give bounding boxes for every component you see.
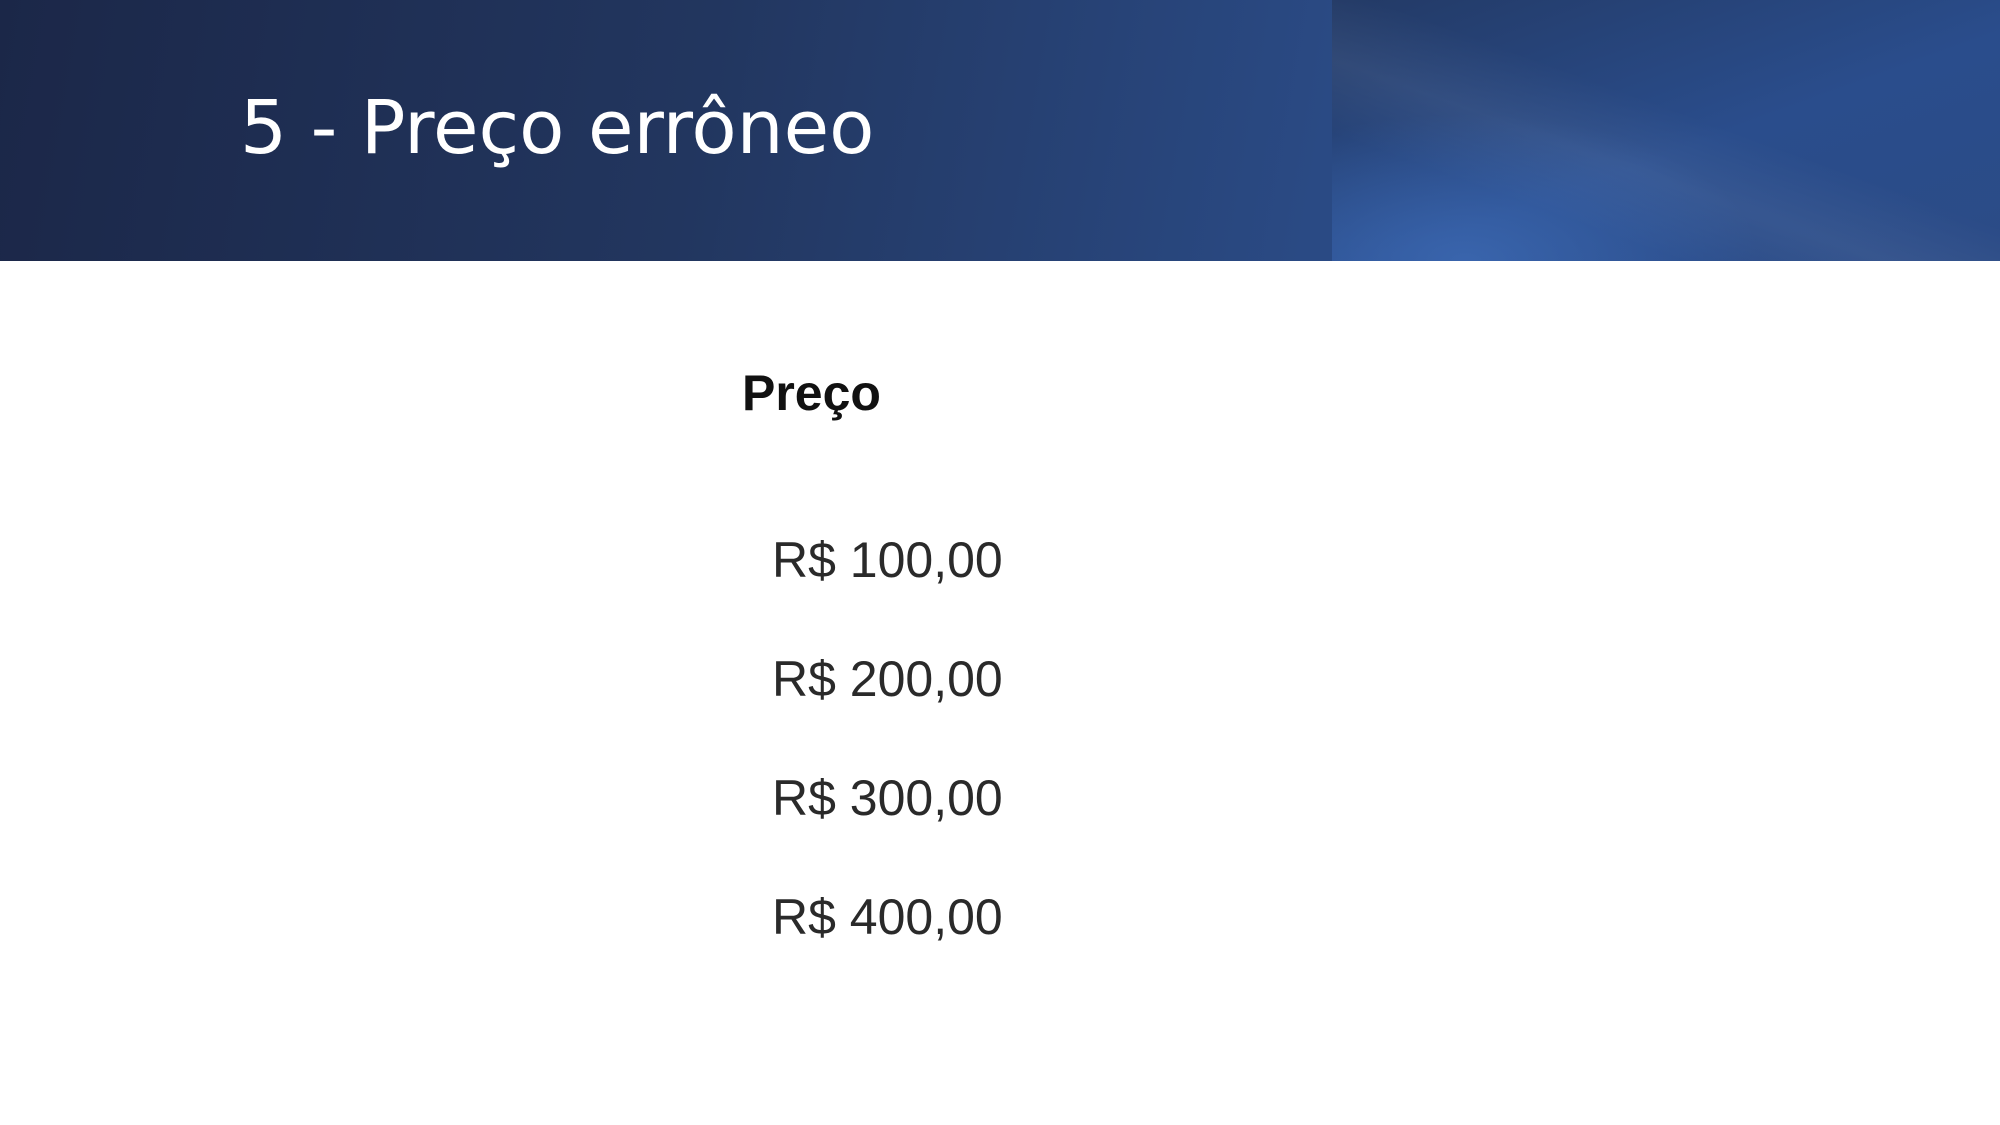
price-list: R$ 100,00 R$ 200,00 R$ 300,00 R$ 400,00 [742, 501, 1082, 977]
price-row: R$ 300,00 [772, 770, 1003, 826]
banner-accent-panel [1332, 0, 2000, 261]
price-row: R$ 100,00 [772, 532, 1003, 588]
title-banner: 5 - Preço errôneo [0, 0, 2000, 261]
price-column-header: Preço [742, 365, 881, 421]
price-table: Preço R$ 100,00 R$ 200,00 R$ 300,00 R$ 4… [742, 355, 1082, 977]
price-row: R$ 200,00 [772, 651, 1003, 707]
slide: 5 - Preço errôneo Preço R$ 100,00 R$ 200… [0, 0, 2000, 1125]
slide-title: 5 - Preço errôneo [240, 85, 875, 171]
price-row: R$ 400,00 [772, 889, 1003, 945]
